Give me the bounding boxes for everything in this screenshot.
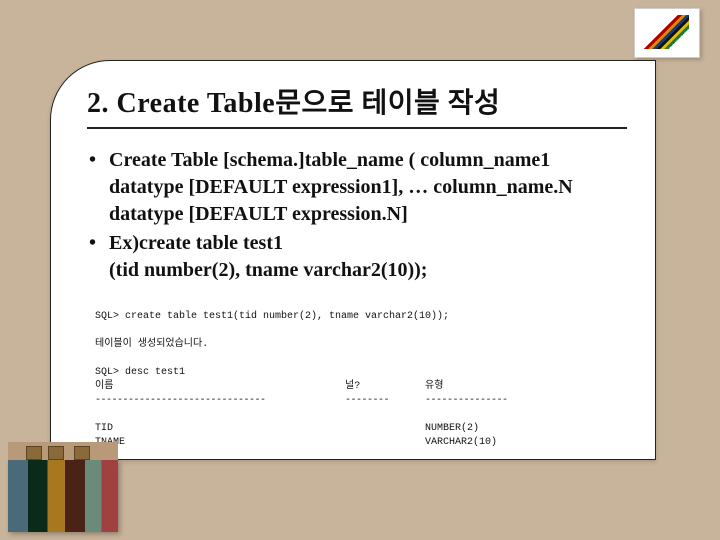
col-null-value xyxy=(345,422,425,436)
col-name-value: TID xyxy=(95,422,345,436)
bullet-list: Create Table [schema.]table_name ( colum… xyxy=(87,147,627,284)
terminal-output: SQL> create table test1(tid number(2), t… xyxy=(95,296,627,450)
dash: ------------------------------- xyxy=(95,394,345,408)
desc-col-type-header: 유형 xyxy=(425,380,565,394)
table-row: TNAME VARCHAR2(10) xyxy=(95,436,627,450)
table-row: TID NUMBER(2) xyxy=(95,422,627,436)
col-null-value xyxy=(345,436,425,450)
bullet-item: Ex)create table test1 (tid number(2), tn… xyxy=(87,230,627,284)
desc-col-null-header: 널? xyxy=(345,380,425,394)
slide-title: 2. Create Table문으로 테이블 작성 xyxy=(87,81,627,129)
dash: --------------- xyxy=(425,394,565,408)
col-name-value: TNAME xyxy=(95,436,345,450)
sql-desc-line: SQL> desc test1 xyxy=(95,367,185,378)
bullet-text: Ex)create table test1 (tid number(2), tn… xyxy=(109,232,427,281)
desc-header-row: 이름널?유형 xyxy=(95,380,627,394)
slide-card: 2. Create Table문으로 테이블 작성 Create Table [… xyxy=(50,60,656,460)
desc-divider-row: ----------------------------------------… xyxy=(95,394,627,408)
bullet-text: Create Table [schema.]table_name ( colum… xyxy=(109,149,573,225)
pencils-image xyxy=(634,8,700,58)
col-type-value: VARCHAR2(10) xyxy=(425,436,565,450)
bullet-item: Create Table [schema.]table_name ( colum… xyxy=(87,147,627,228)
desc-col-name-header: 이름 xyxy=(95,380,345,394)
decorative-books-image xyxy=(8,460,118,532)
sql-create-line: SQL> create table test1(tid number(2), t… xyxy=(95,311,449,322)
col-type-value: NUMBER(2) xyxy=(425,422,565,436)
sql-created-msg: 테이블이 생성되었습니다. xyxy=(95,339,208,350)
dash: -------- xyxy=(345,394,425,408)
